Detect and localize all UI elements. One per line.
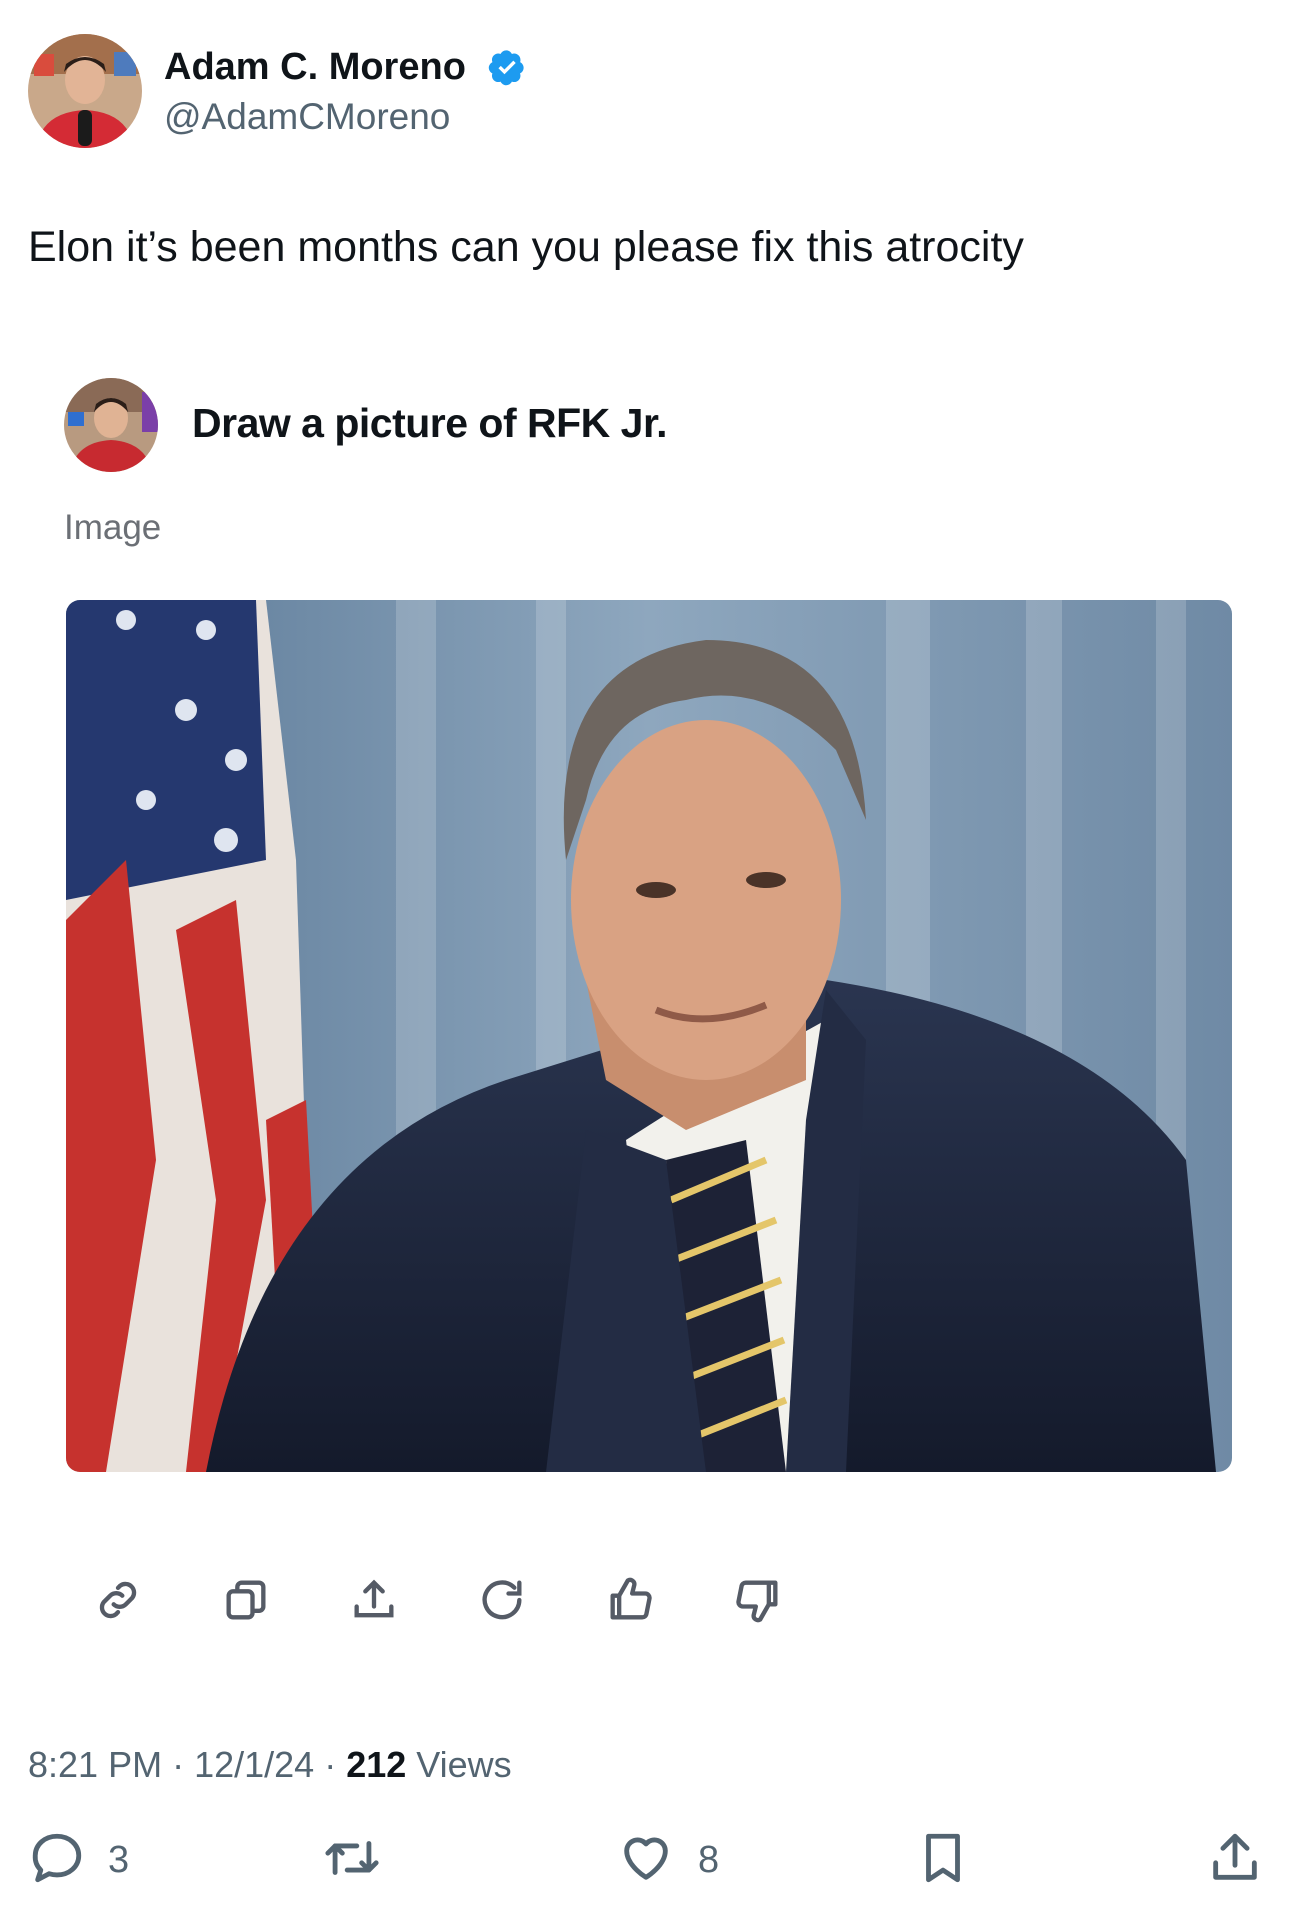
author-handle[interactable]: @AdamCMoreno <box>164 94 450 140</box>
tweet-meta: 8:21 PM · 12/1/24 · 212 Views <box>28 1742 512 1788</box>
copy-icon[interactable] <box>214 1568 278 1632</box>
prompt-user-avatar <box>64 378 158 472</box>
meta-separator: · <box>314 1744 347 1785</box>
views-count: 212 <box>346 1744 407 1785</box>
like-icon <box>616 1829 676 1892</box>
reply-icon <box>28 1829 86 1892</box>
tweet-date[interactable]: 12/1/24 <box>194 1744 314 1785</box>
views-label: Views <box>406 1744 512 1785</box>
like-button[interactable]: 8 <box>616 1828 719 1892</box>
share-icon <box>1206 1828 1264 1893</box>
chat-action-bar <box>86 1568 806 1632</box>
author-avatar[interactable] <box>28 34 142 148</box>
verified-badge-icon[interactable] <box>488 48 526 86</box>
meta-separator: · <box>162 1744 195 1785</box>
reply-count: 3 <box>108 1838 130 1881</box>
retweet-button[interactable] <box>320 1828 384 1892</box>
thumbs-down-icon[interactable] <box>726 1568 790 1632</box>
chat-prompt-text: Draw a picture of RFK Jr. <box>192 400 668 446</box>
generated-image[interactable] <box>66 600 1232 1472</box>
reply-button[interactable]: 3 <box>28 1828 129 1892</box>
share-button[interactable] <box>1206 1828 1264 1892</box>
tweet-time[interactable]: 8:21 PM <box>28 1744 162 1785</box>
retweet-icon <box>320 1829 384 1892</box>
link-icon[interactable] <box>86 1568 150 1632</box>
like-count: 8 <box>698 1838 720 1881</box>
tweet-text: Elon it’s been months can you please fix… <box>28 223 1024 271</box>
thumbs-up-icon[interactable] <box>598 1568 662 1632</box>
bookmark-button[interactable] <box>914 1828 972 1892</box>
response-label: Image <box>64 508 162 547</box>
regenerate-icon[interactable] <box>470 1568 534 1632</box>
bookmark-icon <box>914 1827 972 1894</box>
share-icon[interactable] <box>342 1568 406 1632</box>
author-display-name[interactable]: Adam C. Moreno <box>164 44 466 90</box>
